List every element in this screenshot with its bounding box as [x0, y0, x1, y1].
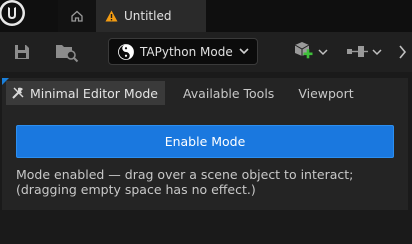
save-button[interactable]: [10, 41, 34, 63]
tab-available-tools[interactable]: Available Tools: [183, 81, 274, 105]
add-actor-button[interactable]: [290, 40, 330, 64]
blueprint-icon: [347, 46, 382, 57]
tab-label: Available Tools: [182, 85, 275, 101]
title-tab-strip: Untitled: [0, 0, 412, 32]
content-browser-icon: [56, 45, 79, 63]
tab-label: Viewport: [298, 85, 354, 101]
more-tools-button[interactable]: [396, 42, 410, 62]
tab-minimal-editor-mode[interactable]: Minimal Editor Mode: [6, 81, 165, 105]
mode-label: TAPython Mode: [140, 44, 233, 59]
document-tab[interactable]: Untitled: [96, 0, 206, 32]
content-browser-button[interactable]: [53, 40, 81, 64]
unreal-logo-icon: [0, 0, 25, 26]
enable-mode-button[interactable]: Enable Mode: [16, 125, 394, 158]
home-tab[interactable]: [58, 0, 96, 32]
status-message: Mode enabled — drag over a scene object …: [16, 167, 396, 197]
mode-selector-button[interactable]: TAPython Mode: [108, 38, 258, 65]
status-line-1: Mode enabled — drag over a scene object …: [16, 167, 354, 182]
chevron-right-icon: [399, 45, 407, 59]
tools-icon: [11, 86, 25, 100]
tab-viewport[interactable]: Viewport: [298, 81, 353, 105]
engine-logo[interactable]: [0, 0, 56, 32]
panel-tab-bar: Minimal Editor Mode Available Tools View…: [6, 81, 354, 105]
home-icon: [71, 10, 83, 22]
main-toolbar: TAPython Mode: [0, 32, 412, 72]
status-line-2: (dragging empty space has no effect.): [16, 182, 256, 197]
save-icon: [15, 45, 29, 59]
yin-yang-icon: [118, 43, 134, 60]
blueprint-button[interactable]: [344, 40, 384, 64]
mode-panel: Minimal Editor Mode Available Tools View…: [0, 72, 412, 244]
chevron-down-icon: [239, 48, 249, 55]
add-actor-icon: [294, 42, 328, 59]
tab-label: Minimal Editor Mode: [30, 85, 158, 101]
warning-icon: [105, 10, 118, 22]
document-title: Untitled: [124, 9, 172, 23]
